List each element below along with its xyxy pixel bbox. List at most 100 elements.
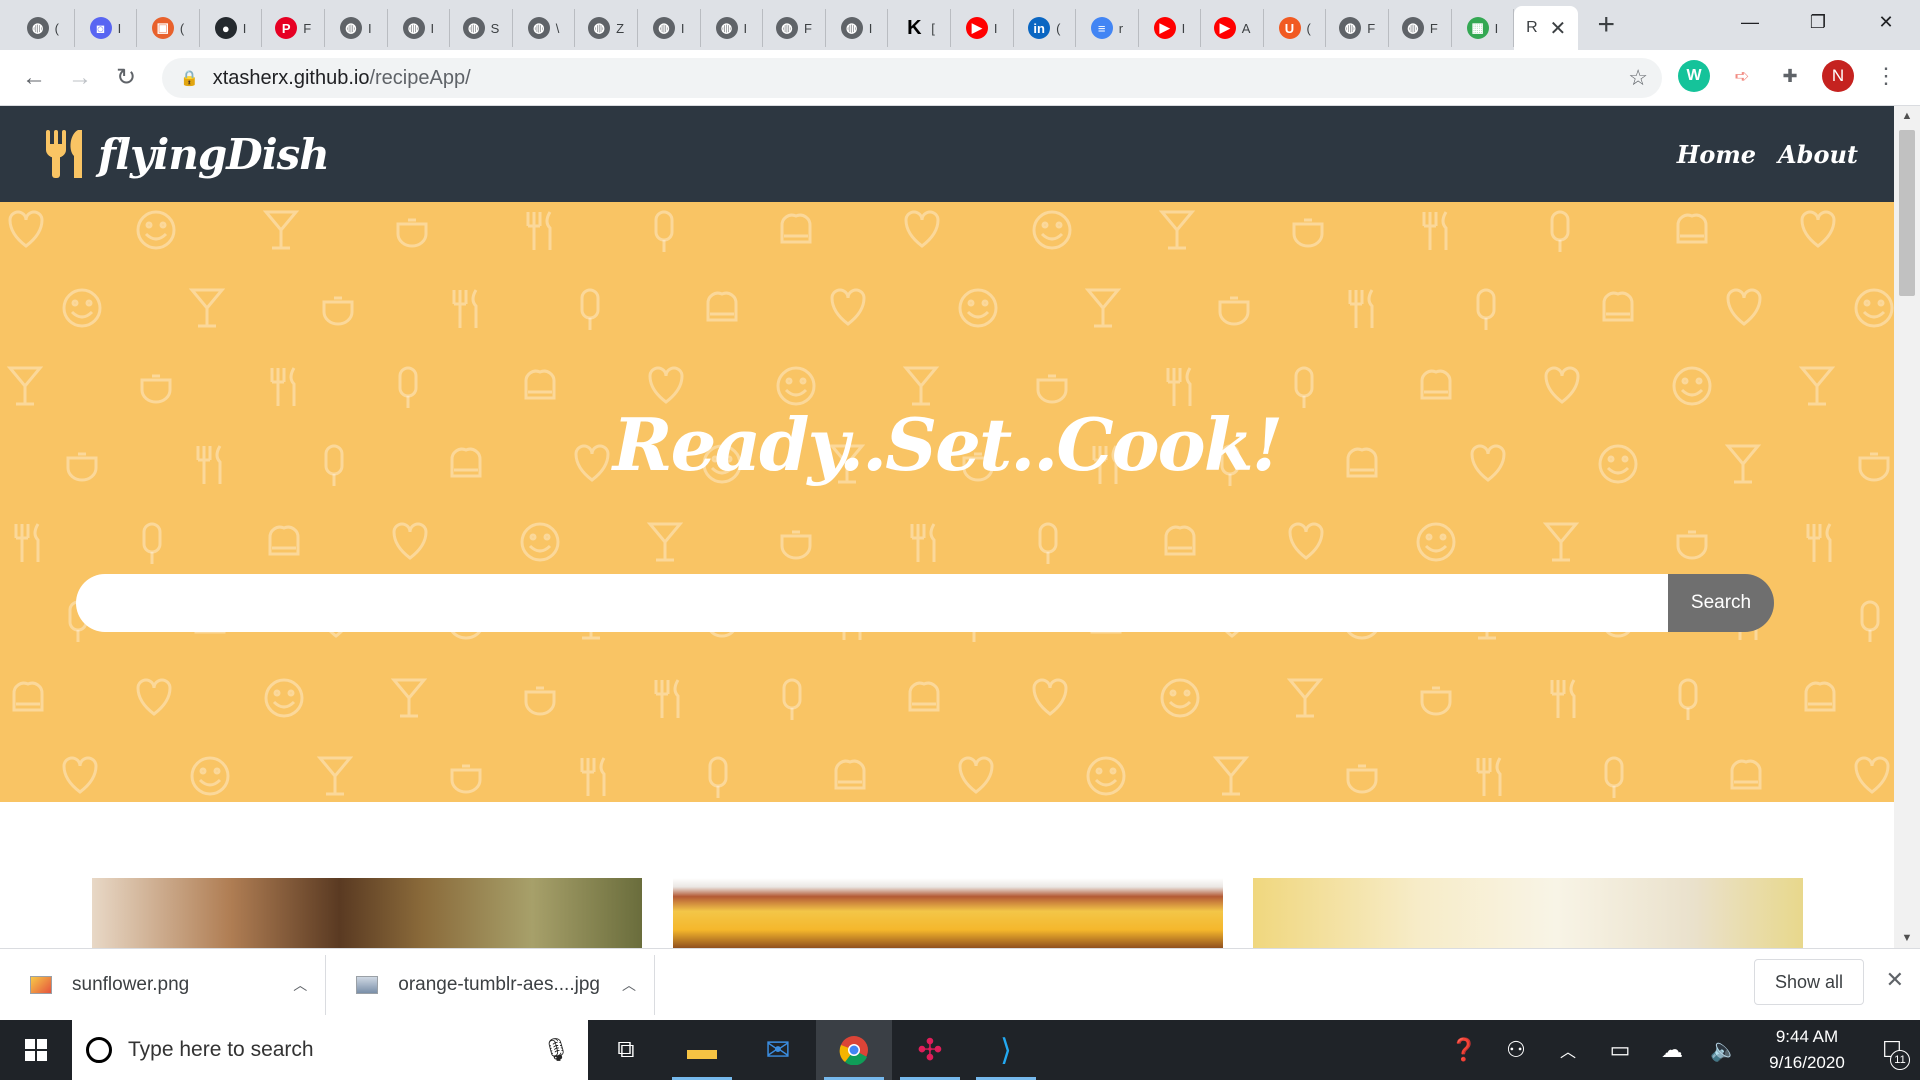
minimize-button[interactable]: — <box>1716 0 1784 44</box>
download-file-name: orange-tumblr-aes....jpg <box>398 973 600 995</box>
tab-title: I <box>430 20 435 36</box>
browser-tab[interactable]: ◍ I <box>388 9 451 47</box>
volume-icon[interactable]: 🔈 <box>1698 1020 1750 1080</box>
browser-tab[interactable]: ▦ I <box>1452 9 1515 47</box>
windows-logo-icon <box>25 1039 47 1061</box>
active-browser-tab[interactable]: R ✕ <box>1514 6 1579 50</box>
url-text[interactable]: xtasherx.github.io/recipeApp/ <box>213 67 471 90</box>
recipe-card-image[interactable] <box>1253 878 1803 948</box>
close-downloads-icon[interactable]: ✕ <box>1886 967 1904 993</box>
browser-tab[interactable]: ◍ S <box>450 9 513 47</box>
browser-tab[interactable]: ◍ I <box>826 9 889 47</box>
chrome-default-icon: ◍ <box>462 17 485 39</box>
nav-link-about[interactable]: About <box>1778 140 1858 169</box>
site-brand[interactable]: flyingDish <box>44 128 330 180</box>
sheets-icon: ▦ <box>1466 17 1489 39</box>
tab-title: Z <box>616 20 625 36</box>
browser-tab[interactable]: ▣( <box>137 9 200 47</box>
recipe-card-image[interactable] <box>92 878 642 948</box>
download-item[interactable]: orange-tumblr-aes....jpg ︿ <box>326 954 655 1015</box>
browser-tab[interactable]: ◍ I <box>701 9 764 47</box>
chevron-up-icon[interactable]: ︿ <box>622 975 636 995</box>
notifications-icon[interactable]: ☐ 11 <box>1864 1020 1920 1080</box>
browser-tab[interactable]: ◍ \ <box>513 9 576 47</box>
help-icon[interactable]: ❓ <box>1438 1020 1490 1080</box>
brand-name: flyingDish <box>98 129 330 179</box>
browser-tab[interactable]: ◍ Z <box>575 9 638 47</box>
browser-tab[interactable]: ▶ I <box>1139 9 1202 47</box>
taskbar-clock[interactable]: 9:44 AM 9/16/2020 <box>1750 1024 1864 1076</box>
hero-title: Ready..Set..Cook! <box>612 402 1283 487</box>
nav-link-home[interactable]: Home <box>1677 140 1756 169</box>
mail-icon[interactable]: ✉ <box>740 1020 816 1080</box>
microphone-icon[interactable]: 🎙 <box>542 1037 570 1063</box>
browser-tab[interactable]: ◍ I <box>325 9 388 47</box>
forward-button[interactable]: → <box>60 58 100 98</box>
taskbar-search-box[interactable]: Type here to search 🎙 <box>72 1020 588 1080</box>
browser-tab[interactable]: ◍ F <box>1326 9 1390 47</box>
browser-tab[interactable]: ◍( <box>12 9 75 47</box>
page-viewport: flyingDish Home About Ready..Set..Cook! … <box>0 106 1894 948</box>
task-view-icon[interactable]: ⧉ <box>588 1020 664 1080</box>
reload-button[interactable]: ↻ <box>106 58 146 98</box>
start-button[interactable] <box>0 1020 72 1080</box>
show-all-downloads-button[interactable]: Show all <box>1753 959 1864 1005</box>
tab-title: ( <box>54 20 59 36</box>
people-icon[interactable]: ⚇ <box>1490 1020 1542 1080</box>
address-bar[interactable]: 🔒 xtasherx.github.io/recipeApp/ ☆ <box>162 58 1662 98</box>
chevron-up-icon[interactable]: ︿ <box>1542 1020 1594 1080</box>
browser-tab[interactable]: ≡ r <box>1076 9 1139 47</box>
browser-tab[interactable]: K[ <box>888 9 951 47</box>
recipe-search-form: Search <box>76 574 1774 632</box>
extensions-puzzle-icon[interactable]: ✚ <box>1774 60 1806 92</box>
grammarly-extension-icon[interactable]: W <box>1678 60 1710 92</box>
chrome-icon[interactable] <box>816 1020 892 1080</box>
youtube-icon: ▶ <box>965 17 988 39</box>
tab-title: I <box>743 20 748 36</box>
scrollbar-thumb[interactable] <box>1899 130 1915 296</box>
browser-tab[interactable]: ▶ I <box>951 9 1014 47</box>
network-icon[interactable]: ☁ <box>1646 1020 1698 1080</box>
browser-tab[interactable]: ▶ A <box>1201 9 1264 47</box>
image-file-icon <box>356 975 379 994</box>
browser-tab[interactable]: PF <box>262 9 325 47</box>
browser-tab[interactable]: ◍ F <box>763 9 826 47</box>
download-item[interactable]: sunflower.png ︿ <box>0 954 327 1015</box>
close-tab-icon[interactable]: ✕ <box>1550 16 1567 41</box>
slack-icon[interactable]: ✣ <box>892 1020 968 1080</box>
browser-tab[interactable]: ◙ I <box>75 9 138 47</box>
tab-title: ( <box>1056 20 1061 36</box>
docs-icon: ≡ <box>1090 17 1113 39</box>
screencast-extension-icon[interactable]: ➪ <box>1726 60 1758 92</box>
hero-section: Ready..Set..Cook! Search <box>0 202 1894 802</box>
page-scrollbar[interactable]: ▲ ▼ <box>1894 106 1920 948</box>
profile-avatar[interactable]: N <box>1822 60 1854 92</box>
recipe-search-input[interactable] <box>76 574 1668 632</box>
scroll-up-arrow-icon[interactable]: ▲ <box>1894 106 1920 126</box>
browser-tab[interactable]: ◍ F <box>1389 9 1452 47</box>
browser-tab[interactable]: U( <box>1264 9 1327 47</box>
scroll-down-arrow-icon[interactable]: ▼ <box>1894 928 1920 948</box>
chrome-logo-icon <box>839 1036 868 1065</box>
chevron-up-icon[interactable]: ︿ <box>293 975 307 995</box>
search-button[interactable]: Search <box>1668 574 1774 632</box>
tab-title: I <box>993 20 998 36</box>
back-button[interactable]: ← <box>14 58 54 98</box>
browser-tab[interactable]: ◍ I <box>638 9 701 47</box>
bookmark-star-icon[interactable]: ☆ <box>1628 65 1648 91</box>
browser-tab[interactable]: in ( <box>1014 9 1077 47</box>
chrome-menu-icon[interactable]: ⋮ <box>1870 60 1902 92</box>
tab-title: ( <box>1306 20 1311 36</box>
browser-tab[interactable]: ● I <box>200 9 263 47</box>
tab-title: F <box>803 20 812 36</box>
site-nav-links: Home About <box>1677 140 1858 169</box>
new-tab-button[interactable]: + <box>1586 5 1626 45</box>
vscode-icon[interactable]: ⟩ <box>968 1020 1044 1080</box>
site-navbar: flyingDish Home About <box>0 106 1894 202</box>
recipe-card-image[interactable] <box>673 878 1223 948</box>
close-window-button[interactable]: ✕ <box>1852 0 1920 44</box>
tab-title: F <box>1367 20 1376 36</box>
restore-button[interactable]: ❐ <box>1784 0 1852 44</box>
file-explorer-icon[interactable]: ▬ <box>664 1020 740 1080</box>
battery-icon[interactable]: ▭ <box>1594 1020 1646 1080</box>
